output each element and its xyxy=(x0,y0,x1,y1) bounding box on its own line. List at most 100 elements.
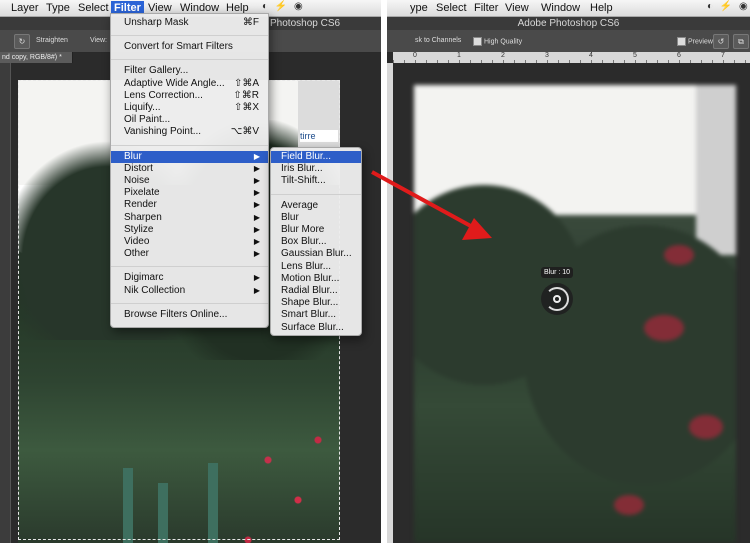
blur-item-box-blur[interactable]: Box Blur... xyxy=(271,236,361,248)
keyboard-shortcut: ⇧⌘A xyxy=(233,77,259,89)
right-options-bar: sk to Channels High Quality Preview ↺ ⧉ xyxy=(387,30,750,53)
menu-item-label: Blur More xyxy=(281,224,325,235)
right-menubar: ype Select Filter View Window Help ◐ ⚡ ◉ xyxy=(387,0,750,17)
blur-item-surface-blur[interactable]: Surface Blur... xyxy=(271,322,361,334)
filter-item-render[interactable]: Render ▶ xyxy=(111,199,268,211)
document-tab[interactable]: nd copy, RGB/8#) * xyxy=(0,52,73,63)
filter-item-nik-collection[interactable]: Nik Collection ▶ xyxy=(111,285,268,297)
photo-post xyxy=(158,483,168,543)
filter-item-vanishing-point[interactable]: Vanishing Point... ⌥⌘V xyxy=(111,126,268,138)
blur-item-radial-blur[interactable]: Radial Blur... xyxy=(271,285,361,297)
submenu-arrow-icon: ▶ xyxy=(253,249,260,259)
ruler-tick-label: 5 xyxy=(633,52,637,59)
menu-filter[interactable]: Filter xyxy=(471,1,501,15)
filter-item-convert-for-smart-filters[interactable]: Convert for Smart Filters xyxy=(111,41,268,53)
menu-type[interactable]: Type xyxy=(43,1,73,15)
remove-pin-icon[interactable]: ⧉ xyxy=(733,34,749,49)
menu-item-label: Lens Blur... xyxy=(281,260,332,272)
blur-item-field-blur[interactable]: Field Blur... xyxy=(271,151,361,163)
status-tray-icon[interactable]: ◐ ⚡ ◉ xyxy=(707,1,750,12)
submenu-arrow-icon: ▶ xyxy=(253,224,260,234)
filter-item-digimarc[interactable]: Digimarc ▶ xyxy=(111,272,268,284)
menu-item-label: Shape Blur... xyxy=(281,297,339,309)
vertical-ruler xyxy=(0,63,11,543)
photo-sign: tirre xyxy=(300,130,338,142)
horizontal-ruler: 0 1 2 3 4 5 6 7 xyxy=(393,52,750,63)
high-quality-checkbox[interactable]: High Quality xyxy=(473,37,522,46)
menu-item-label: Blur xyxy=(281,211,299,223)
blur-item-gaussian-blur[interactable]: Gaussian Blur... xyxy=(271,248,361,260)
ruler-tick-label: 0 xyxy=(413,52,417,59)
submenu-arrow-icon: ▶ xyxy=(253,285,260,295)
menu-item-label: Stylize xyxy=(124,223,154,235)
blur-submenu: Field Blur... Iris Blur... Tilt-Shift... Av… xyxy=(270,147,362,336)
menu-select[interactable]: Select xyxy=(433,1,470,15)
menu-item-label: Distort xyxy=(124,162,153,174)
menu-view[interactable]: View xyxy=(502,1,532,15)
view-label: View: xyxy=(90,37,107,44)
filter-item-lens-correction[interactable]: Lens Correction... ⇧⌘R xyxy=(111,90,268,102)
photo-flowers xyxy=(664,245,694,265)
right-canvas-photo[interactable] xyxy=(414,85,736,543)
menu-item-label: Filter Gallery... xyxy=(124,65,189,77)
menu-separator xyxy=(111,35,268,37)
menu-item-label: Adaptive Wide Angle... xyxy=(124,77,225,89)
menu-window[interactable]: Window xyxy=(538,1,583,15)
filter-item-stylize[interactable]: Stylize ▶ xyxy=(111,224,268,236)
mask-to-channels-label[interactable]: sk to Channels xyxy=(415,37,461,44)
filter-item-adaptive-wide-angle[interactable]: Adaptive Wide Angle... ⇧⌘A xyxy=(111,78,268,90)
arrow-shaft xyxy=(371,170,479,232)
photo-building xyxy=(696,85,736,255)
filter-item-distort[interactable]: Distort ▶ xyxy=(111,163,268,175)
checkbox-checked-icon xyxy=(677,37,686,46)
menu-item-label: Render xyxy=(124,199,157,211)
filter-item-filter-gallery[interactable]: Filter Gallery... xyxy=(111,65,268,77)
submenu-arrow-icon: ▶ xyxy=(253,273,260,283)
blur-item-smart-blur[interactable]: Smart Blur... xyxy=(271,309,361,321)
filter-item-oil-paint[interactable]: Oil Paint... xyxy=(111,114,268,126)
filter-item-unsharp-mask[interactable]: Unsharp Mask ⌘F xyxy=(111,17,268,29)
reset-icon[interactable]: ↺ xyxy=(713,34,729,49)
status-tray-icon[interactable]: ◐ ⚡ ◉ xyxy=(262,1,305,12)
ruler-tick-label: 3 xyxy=(545,52,549,59)
blur-amount-label: Blur : 10 xyxy=(541,267,574,278)
menu-select[interactable]: Select xyxy=(75,1,112,15)
menu-separator xyxy=(111,302,268,304)
blur-item-average[interactable]: Average xyxy=(271,200,361,212)
menu-item-label: Motion Blur... xyxy=(281,272,340,284)
filter-item-other[interactable]: Other ▶ xyxy=(111,248,268,260)
filter-item-pixelate[interactable]: Pixelate ▶ xyxy=(111,187,268,199)
menu-item-label: Browse Filters Online... xyxy=(124,308,228,320)
menu-item-label: Liquify... xyxy=(124,102,161,113)
red-arrow-annotation xyxy=(371,170,492,240)
blur-item-motion-blur[interactable]: Motion Blur... xyxy=(271,273,361,285)
ruler-tick-label: 4 xyxy=(589,52,593,59)
rotate-icon[interactable]: ↻ xyxy=(14,34,30,49)
filter-item-sharpen[interactable]: Sharpen ▶ xyxy=(111,212,268,224)
blur-item-blur-more[interactable]: Blur More xyxy=(271,224,361,236)
pin-center-icon[interactable] xyxy=(553,295,561,303)
menu-item-label: Unsharp Mask xyxy=(124,17,189,28)
blur-item-shape-blur[interactable]: Shape Blur... xyxy=(271,297,361,309)
filter-item-noise[interactable]: Noise ▶ xyxy=(111,175,268,187)
menu-layer[interactable]: Layer xyxy=(8,1,42,15)
blur-item-tilt-shift[interactable]: Tilt-Shift... xyxy=(271,175,361,187)
keyboard-shortcut: ⇧⌘R xyxy=(233,89,259,101)
menu-ype[interactable]: ype xyxy=(407,1,431,15)
filter-item-liquify[interactable]: Liquify... ⇧⌘X xyxy=(111,102,268,114)
menu-item-label: Sharpen xyxy=(124,211,162,223)
blur-pin-handle[interactable] xyxy=(541,283,573,315)
blur-item-iris-blur[interactable]: Iris Blur... xyxy=(271,163,361,175)
menu-help[interactable]: Help xyxy=(587,1,616,15)
filter-item-blur[interactable]: Blur ▶ xyxy=(111,150,268,163)
menu-item-label: Video xyxy=(124,236,150,247)
preview-checkbox[interactable]: Preview xyxy=(677,37,713,46)
blur-item-blur[interactable]: Blur xyxy=(271,212,361,224)
straighten-label[interactable]: Straighten xyxy=(36,37,68,44)
menu-item-label: Blur xyxy=(124,150,142,162)
blur-item-lens-blur[interactable]: Lens Blur... xyxy=(271,261,361,273)
menu-item-label: Oil Paint... xyxy=(124,114,171,126)
filter-item-browse-filters-online[interactable]: Browse Filters Online... xyxy=(111,309,268,321)
filter-item-video[interactable]: Video ▶ xyxy=(111,236,268,248)
preview-label: Preview xyxy=(688,38,713,46)
